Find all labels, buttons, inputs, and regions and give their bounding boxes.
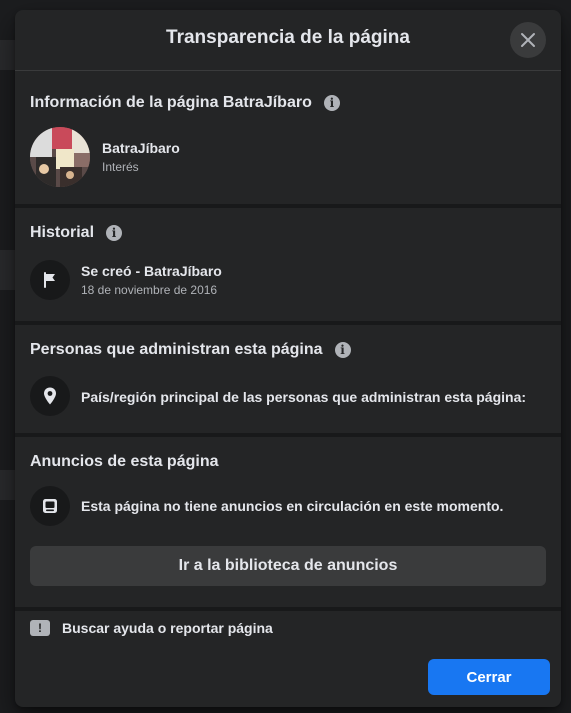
- close-button[interactable]: Cerrar: [428, 659, 550, 695]
- page-info-title: Información de la página BatraJíbaro: [30, 94, 312, 111]
- page-info-heading: Información de la página BatraJíbaro i: [30, 94, 340, 112]
- ad-library-button[interactable]: Ir a la biblioteca de anuncios: [30, 546, 546, 586]
- info-icon[interactable]: i: [106, 225, 123, 241]
- page-info-section: Información de la página BatraJíbaro i: [15, 71, 561, 208]
- transparency-dialog: Transparencia de la página Información d…: [15, 10, 561, 707]
- ads-icon-wrap: [30, 486, 70, 526]
- help-report-label: Buscar ayuda o reportar página: [62, 620, 273, 636]
- history-title: Historial: [30, 224, 95, 241]
- help-report-link[interactable]: ! Buscar ayuda o reportar página: [30, 620, 273, 636]
- ads-heading: Anuncios de esta página: [30, 453, 218, 471]
- admins-title: Personas que administran esta página: [30, 341, 323, 358]
- history-date: 18 de noviembre de 2016: [81, 283, 218, 297]
- history-icon-wrap: [30, 260, 70, 300]
- ads-status: Esta página no tiene anuncios en circula…: [81, 498, 504, 514]
- admins-icon-wrap: [30, 376, 70, 416]
- ad-screen-icon: [43, 499, 57, 513]
- history-heading: Historial i: [30, 224, 123, 242]
- admins-section: Personas que administran esta página i: [15, 325, 561, 437]
- flag-icon: [44, 272, 55, 288]
- info-icon[interactable]: i: [334, 342, 351, 358]
- page-category: Interés: [102, 160, 139, 174]
- history-event: Se creó - BatraJíbaro: [81, 263, 222, 279]
- alert-icon: !: [30, 620, 50, 636]
- page-name[interactable]: BatraJíbaro: [102, 140, 180, 156]
- avatar-image: [30, 127, 90, 187]
- page-avatar[interactable]: [30, 127, 90, 187]
- admins-country-label: País/región principal de las personas qu…: [81, 389, 527, 405]
- dialog-title: Transparencia de la página: [166, 27, 410, 48]
- ads-title: Anuncios de esta página: [30, 453, 219, 470]
- admins-heading: Personas que administran esta página i: [30, 341, 351, 359]
- close-icon: [521, 33, 535, 47]
- info-icon[interactable]: i: [323, 95, 340, 111]
- dialog-header: Transparencia de la página: [15, 10, 561, 71]
- close-dialog-button[interactable]: [510, 22, 546, 58]
- location-pin-icon: [44, 387, 56, 405]
